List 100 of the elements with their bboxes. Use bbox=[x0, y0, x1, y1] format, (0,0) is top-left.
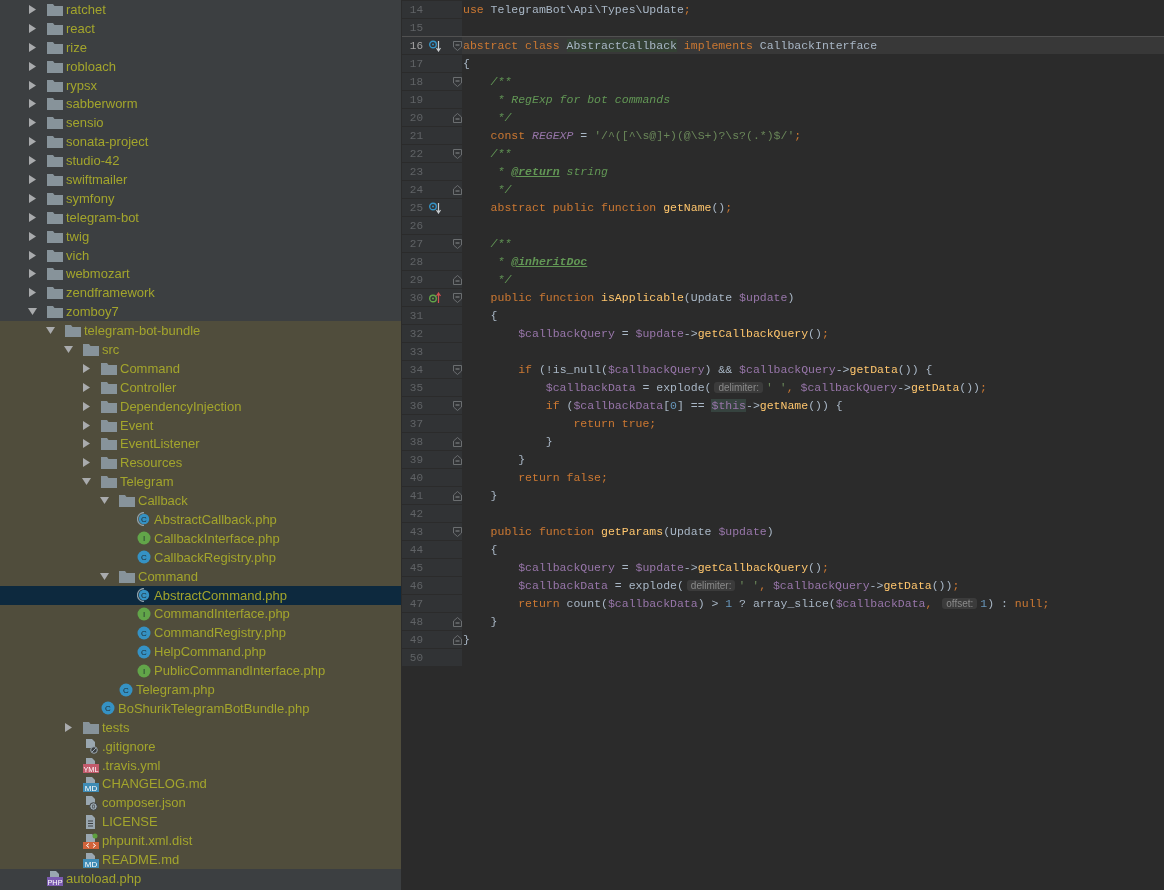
tree-item-label: rize bbox=[66, 39, 87, 55]
code-line: /** bbox=[489, 237, 512, 250]
collapsed-arrow-icon[interactable] bbox=[28, 269, 37, 279]
fold-marker-icon[interactable] bbox=[453, 184, 462, 195]
collapsed-arrow-icon[interactable] bbox=[28, 156, 37, 166]
collapsed-arrow-icon[interactable] bbox=[82, 382, 91, 392]
tree-item-label: sonata-project bbox=[66, 134, 149, 150]
code-line: } bbox=[544, 435, 553, 448]
tree-row[interactable]: MD README.md bbox=[0, 850, 401, 869]
folder-icon bbox=[47, 191, 63, 205]
tree-item-label: PublicCommandInterface.php bbox=[154, 663, 326, 679]
tree-row[interactable]: Callback bbox=[0, 491, 401, 511]
code-line: $callbackQuery = $update->getCallbackQuery(); bbox=[517, 327, 829, 340]
expanded-arrow-icon[interactable] bbox=[100, 571, 109, 581]
collapsed-arrow-icon[interactable] bbox=[28, 4, 37, 14]
fold-marker-icon[interactable] bbox=[453, 40, 462, 51]
folder-icon bbox=[47, 78, 63, 92]
abstract-class-icon: C bbox=[137, 512, 151, 527]
fold-marker-icon[interactable] bbox=[453, 292, 462, 303]
fold-marker-icon[interactable] bbox=[453, 634, 462, 645]
tree-row[interactable]: C HelpCommand.php bbox=[0, 642, 401, 662]
fold-marker-icon[interactable] bbox=[453, 616, 462, 627]
tree-row[interactable]: telegram-bot-bundle bbox=[0, 321, 401, 341]
tree-row[interactable]: Resources bbox=[0, 453, 401, 473]
collapsed-arrow-icon[interactable] bbox=[28, 42, 37, 52]
expanded-arrow-icon[interactable] bbox=[100, 496, 109, 506]
tree-row[interactable]: C Telegram.php bbox=[0, 680, 401, 699]
fold-marker-icon[interactable] bbox=[453, 148, 462, 159]
tree-item-label: composer.json bbox=[102, 795, 186, 811]
implemented-marker-icon[interactable] bbox=[429, 201, 441, 214]
code-line: */ bbox=[496, 183, 512, 196]
code-line: * @return string bbox=[496, 165, 608, 178]
collapsed-arrow-icon[interactable] bbox=[82, 458, 91, 468]
fold-marker-icon[interactable] bbox=[453, 490, 462, 501]
collapsed-arrow-icon[interactable] bbox=[28, 80, 37, 90]
fold-marker-icon[interactable] bbox=[453, 238, 462, 249]
expanded-arrow-icon[interactable] bbox=[64, 344, 73, 354]
implemented-marker-icon[interactable] bbox=[429, 39, 441, 52]
folder-icon bbox=[119, 494, 135, 508]
tree-item-label: webmozart bbox=[66, 266, 130, 282]
collapsed-arrow-icon[interactable] bbox=[28, 137, 37, 147]
code-line: public function isApplicable(Update $update) bbox=[489, 291, 795, 304]
expanded-arrow-icon[interactable] bbox=[82, 477, 91, 487]
fold-marker-icon[interactable] bbox=[453, 436, 462, 447]
fold-marker-icon[interactable] bbox=[453, 526, 462, 537]
tree-item-label: Resources bbox=[120, 455, 183, 471]
fold-marker-icon[interactable] bbox=[453, 364, 462, 375]
line-number: 16 bbox=[408, 39, 423, 52]
collapsed-arrow-icon[interactable] bbox=[64, 722, 73, 732]
fold-marker-icon[interactable] bbox=[453, 400, 462, 411]
collapsed-arrow-icon[interactable] bbox=[82, 401, 91, 411]
collapsed-arrow-icon[interactable] bbox=[82, 363, 91, 373]
tree-item-label: studio-42 bbox=[66, 153, 120, 169]
expanded-arrow-icon[interactable] bbox=[28, 307, 37, 317]
code-line: * RegExp for bot commands bbox=[496, 93, 671, 106]
fold-marker-icon[interactable] bbox=[453, 76, 462, 87]
tree-row[interactable]: phpunit.xml.dist bbox=[0, 831, 401, 851]
collapsed-arrow-icon[interactable] bbox=[28, 193, 37, 203]
tree-row[interactable]: composer.json bbox=[0, 793, 401, 813]
interface-icon: I bbox=[137, 663, 151, 678]
code-line: /** bbox=[489, 75, 512, 88]
tree-row[interactable]: EventListener bbox=[0, 434, 401, 454]
collapsed-arrow-icon[interactable] bbox=[28, 174, 37, 184]
expanded-arrow-icon[interactable] bbox=[46, 326, 55, 336]
collapsed-arrow-icon[interactable] bbox=[82, 420, 91, 430]
collapsed-arrow-icon[interactable] bbox=[28, 288, 37, 298]
tree-item-label: telegram-bot-bundle bbox=[84, 323, 201, 339]
class-icon: C bbox=[101, 701, 115, 716]
tree-item-label: CommandInterface.php bbox=[154, 606, 290, 622]
tree-row[interactable]: I PublicCommandInterface.php bbox=[0, 661, 401, 681]
collapsed-arrow-icon[interactable] bbox=[28, 118, 37, 128]
tree-item-label: telegram-bot bbox=[66, 209, 139, 225]
tree-row[interactable]: C AbstractCallback.php bbox=[0, 510, 401, 529]
collapsed-arrow-icon[interactable] bbox=[28, 23, 37, 33]
code-line: { bbox=[489, 309, 498, 322]
tree-row[interactable]: C CommandRegistry.php bbox=[0, 623, 401, 643]
fold-marker-icon[interactable] bbox=[453, 274, 462, 285]
collapsed-arrow-icon[interactable] bbox=[28, 250, 37, 260]
code-line: if ($callbackData[0] == $this->getName()) { bbox=[544, 399, 843, 412]
tree-item-label: AbstractCommand.php bbox=[154, 587, 287, 603]
collapsed-arrow-icon[interactable] bbox=[28, 99, 37, 109]
fold-marker-icon[interactable] bbox=[453, 112, 462, 123]
tree-item-label: twig bbox=[66, 228, 90, 244]
collapsed-arrow-icon[interactable] bbox=[82, 439, 91, 449]
tree-item-label: CallbackInterface.php bbox=[154, 530, 280, 546]
collapsed-arrow-icon[interactable] bbox=[28, 231, 37, 241]
tree-item-label: BoShurikTelegramBotBundle.php bbox=[118, 700, 310, 716]
overriding-marker-icon[interactable] bbox=[429, 291, 441, 304]
fold-marker-icon[interactable] bbox=[453, 454, 462, 465]
folder-icon bbox=[47, 267, 63, 281]
tree-row[interactable]: LICENSE bbox=[0, 812, 401, 832]
folder-icon bbox=[47, 210, 63, 224]
tree-row[interactable]: src bbox=[0, 340, 401, 359]
tree-item-label: zomboy7 bbox=[66, 304, 119, 320]
collapsed-arrow-icon[interactable] bbox=[28, 61, 37, 71]
collapsed-arrow-icon[interactable] bbox=[28, 212, 37, 222]
tree-row[interactable]: Telegram bbox=[0, 472, 401, 492]
tree-item-label: swiftmailer bbox=[66, 171, 128, 187]
folder-icon bbox=[101, 475, 117, 489]
folder-icon bbox=[47, 154, 63, 168]
